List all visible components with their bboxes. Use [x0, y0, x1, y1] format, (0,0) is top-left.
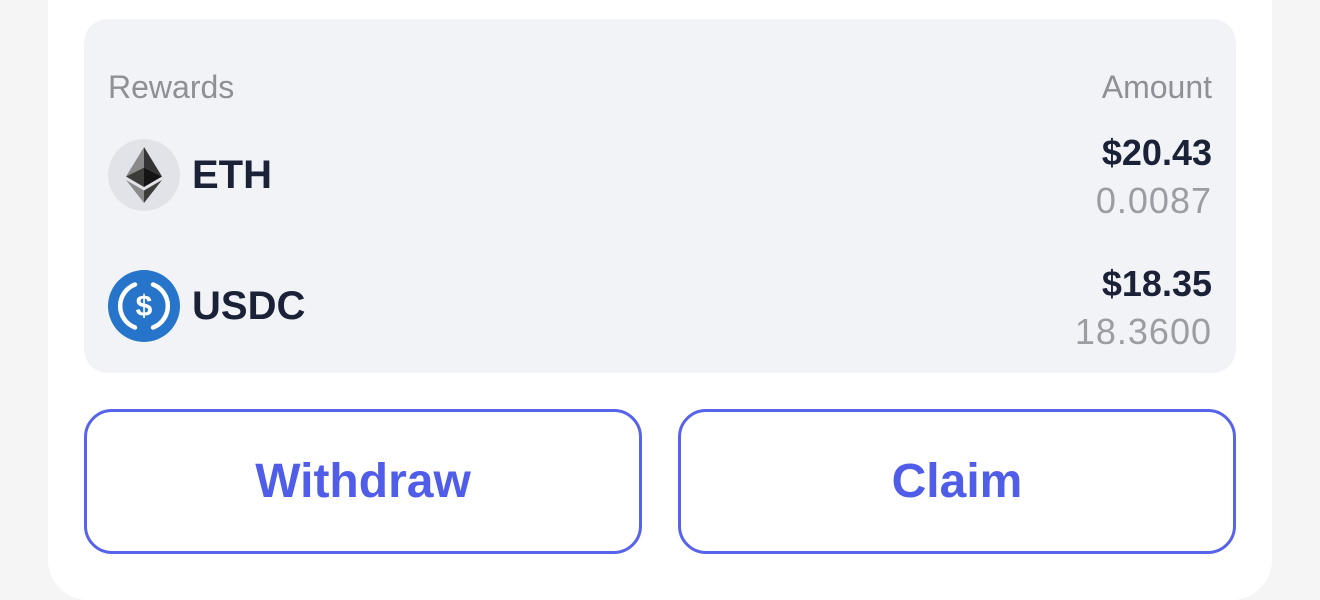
amount-column-header: Amount: [1101, 69, 1212, 105]
claim-button[interactable]: Claim: [678, 409, 1236, 554]
withdraw-button[interactable]: Withdraw: [84, 409, 642, 554]
token-name-eth: ETH: [192, 153, 272, 197]
rewards-column-header: Rewards: [108, 69, 235, 105]
usdc-icon: $: [108, 270, 180, 342]
svg-text:$: $: [136, 290, 153, 323]
rewards-panel: Rewards Amount ETH $20.43 0.0087 $ USDC …: [84, 19, 1236, 373]
token-amount-eth: 0.0087: [1095, 180, 1212, 221]
reward-row-usdc: $ USDC $18.35 18.3600: [108, 264, 1212, 352]
usd-value-usdc: $18.35: [1101, 263, 1212, 304]
ethereum-icon: [108, 139, 180, 211]
token-amount-usdc: 18.3600: [1074, 311, 1212, 352]
usd-value-eth: $20.43: [1101, 132, 1212, 173]
token-name-usdc: USDC: [192, 284, 306, 328]
reward-row-eth: ETH $20.43 0.0087: [108, 133, 1212, 221]
